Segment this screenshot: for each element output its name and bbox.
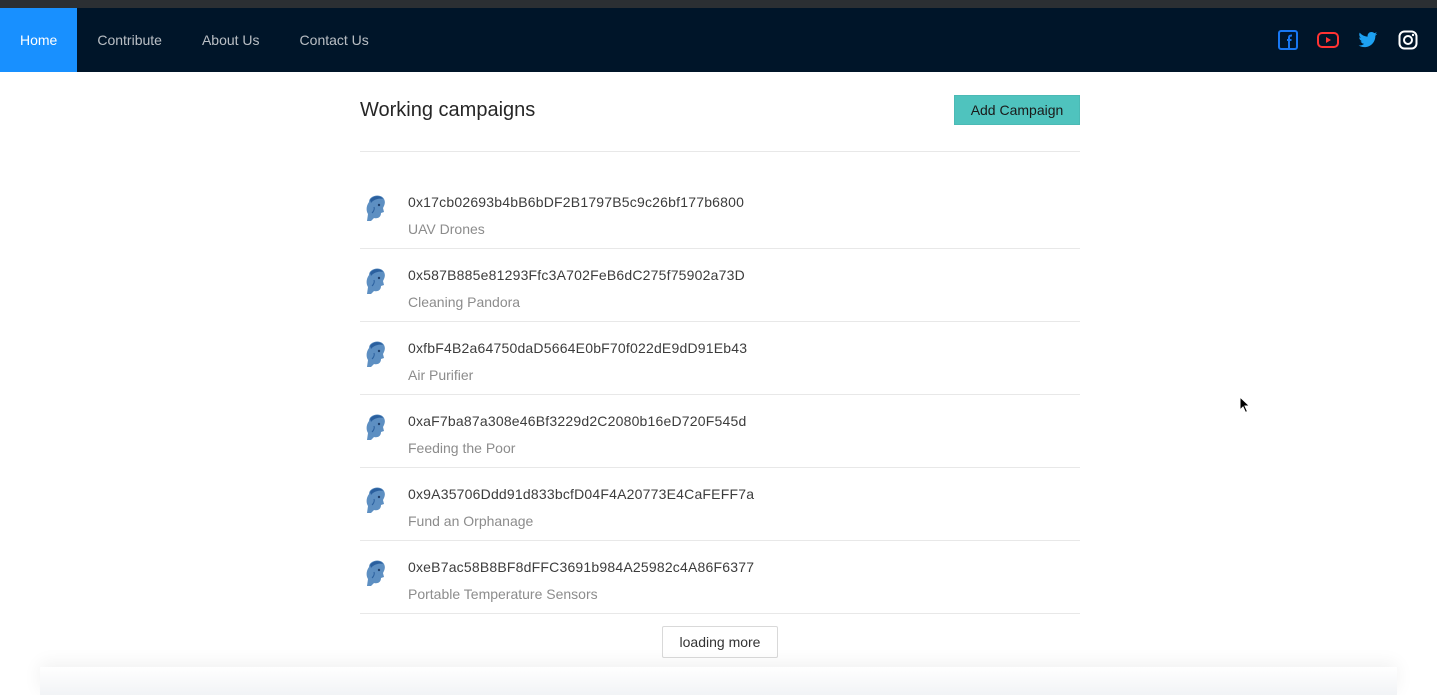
avatar (360, 482, 392, 514)
top-navbar: Home Contribute About Us Contact Us (0, 8, 1437, 72)
load-more-container: loading more (360, 626, 1080, 658)
footer-shadow (40, 667, 1397, 695)
avatar (360, 190, 392, 222)
main-content: Working campaigns Add Campaign 0x17cb026… (360, 72, 1080, 658)
list-item[interactable]: 0xfbF4B2a64750daD5664E0bF70f022dE9dD91Eb… (360, 322, 1080, 395)
youtube-icon[interactable] (1317, 29, 1339, 51)
page-title: Working campaigns (360, 99, 536, 121)
avatar (360, 555, 392, 587)
campaign-address[interactable]: 0xaF7ba87a308e46Bf3229d2C2080b16eD720F54… (408, 413, 746, 429)
nav-home[interactable]: Home (0, 8, 78, 72)
campaign-name: Fund an Orphanage (408, 513, 534, 529)
list-item[interactable]: 0x17cb02693b4bB6bDF2B1797B5c9c26bf177b68… (360, 176, 1080, 249)
list-item[interactable]: 0xaF7ba87a308e46Bf3229d2C2080b16eD720F54… (360, 395, 1080, 468)
avatar (360, 336, 392, 368)
add-campaign-button[interactable]: Add Campaign (954, 95, 1080, 125)
campaign-name: UAV Drones (408, 221, 485, 237)
campaign-name: Feeding the Poor (408, 440, 516, 456)
social-links (1277, 8, 1419, 72)
window-top-strip (0, 0, 1437, 8)
campaign-name: Cleaning Pandora (408, 294, 521, 310)
avatar (360, 409, 392, 441)
campaign-name: Air Purifier (408, 367, 474, 383)
instagram-icon[interactable] (1397, 29, 1419, 51)
campaign-address[interactable]: 0x17cb02693b4bB6bDF2B1797B5c9c26bf177b68… (408, 194, 744, 210)
avatar (360, 263, 392, 295)
campaign-address[interactable]: 0x587B885e81293Ffc3A702FeB6dC275f75902a7… (408, 267, 745, 283)
campaign-list: 0x17cb02693b4bB6bDF2B1797B5c9c26bf177b68… (360, 176, 1080, 614)
list-item[interactable]: 0x9A35706Ddd91d833bcfD04F4A20773E4CaFEFF… (360, 468, 1080, 541)
page-header: Working campaigns Add Campaign (360, 72, 1080, 152)
campaign-address[interactable]: 0xeB7ac58B8BF8dFFC3691b984A25982c4A86F63… (408, 559, 754, 575)
list-item[interactable]: 0xeB7ac58B8BF8dFFC3691b984A25982c4A86F63… (360, 541, 1080, 614)
twitter-icon[interactable] (1357, 29, 1379, 51)
nav-contact-us[interactable]: Contact Us (280, 8, 389, 72)
load-more-button[interactable]: loading more (662, 626, 778, 658)
facebook-icon[interactable] (1277, 29, 1299, 51)
list-item[interactable]: 0x587B885e81293Ffc3A702FeB6dC275f75902a7… (360, 249, 1080, 322)
campaign-address[interactable]: 0xfbF4B2a64750daD5664E0bF70f022dE9dD91Eb… (408, 340, 747, 356)
campaign-address[interactable]: 0x9A35706Ddd91d833bcfD04F4A20773E4CaFEFF… (408, 486, 754, 502)
mouse-cursor-icon (1239, 396, 1251, 414)
nav-contribute[interactable]: Contribute (77, 8, 182, 72)
campaign-name: Portable Temperature Sensors (408, 586, 598, 602)
nav-about-us[interactable]: About Us (182, 8, 280, 72)
